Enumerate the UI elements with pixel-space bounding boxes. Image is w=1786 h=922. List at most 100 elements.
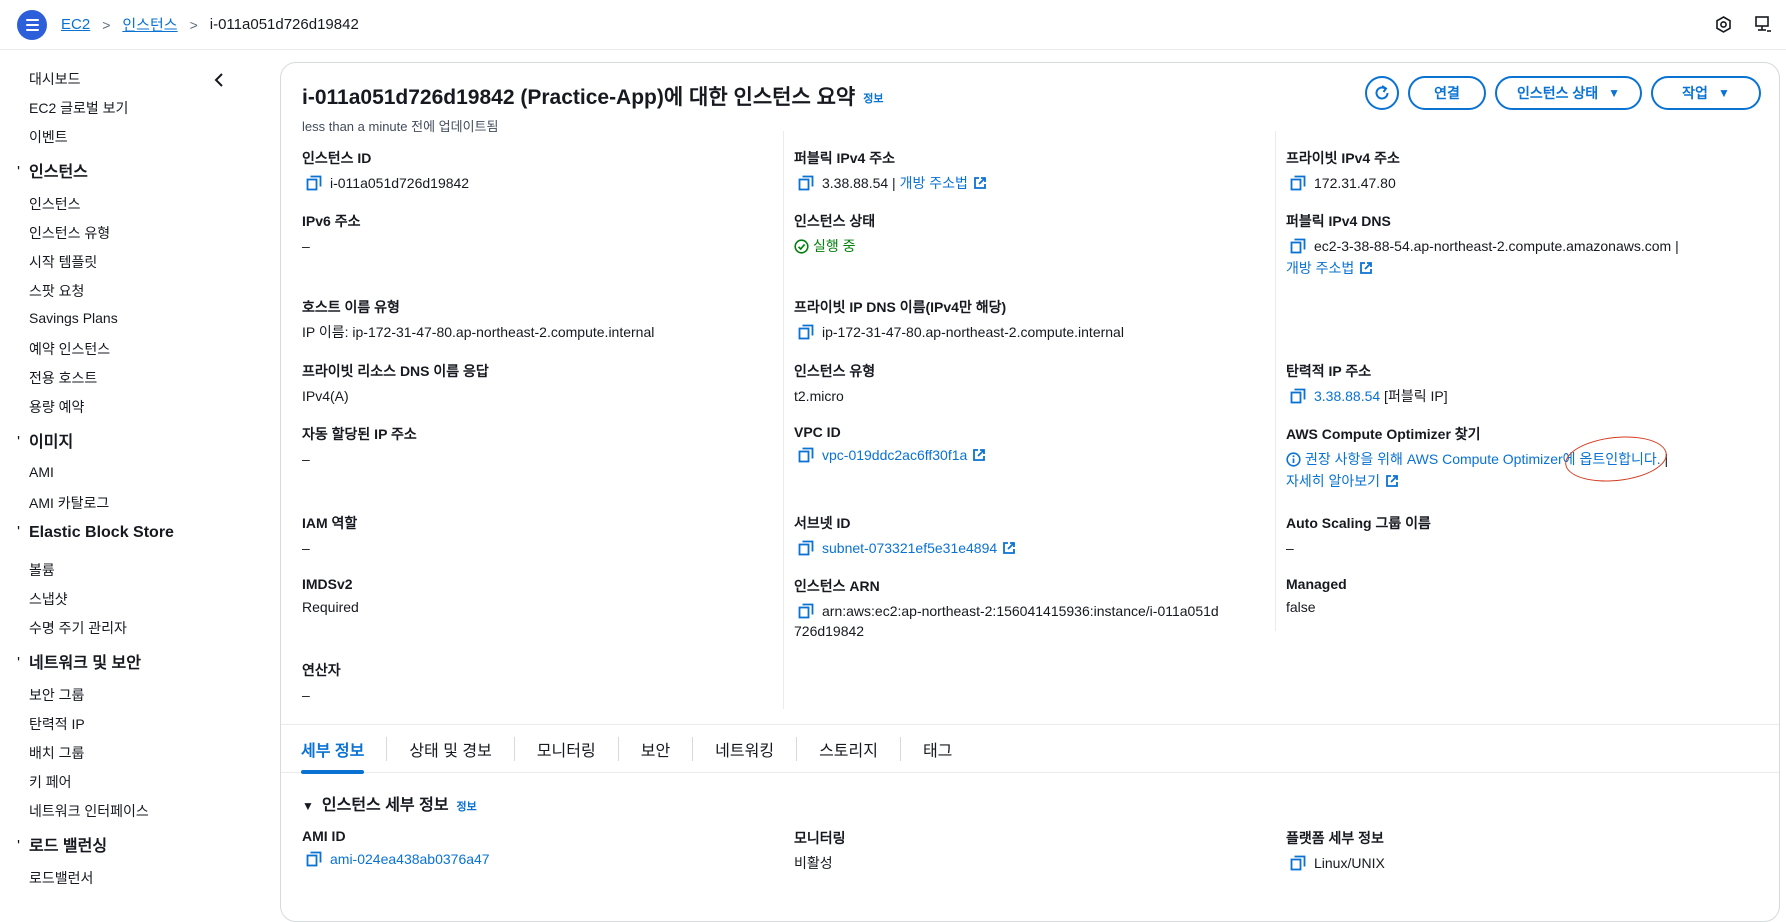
sidebar-item-ami[interactable]: AMI — [29, 464, 54, 480]
copy-icon[interactable] — [306, 175, 322, 191]
instance-summary-panel: i-011a051d726d19842 (Practice-App)에 대한 인… — [280, 62, 1780, 922]
sidebar-item-key-pairs[interactable]: 키 페어 — [29, 772, 72, 792]
managed-value: false — [1286, 599, 1316, 615]
sidebar-item-events[interactable]: 이벤트 — [29, 127, 68, 147]
hostname-type-value: IP 이름: ip-172-31-47-80.ap-northeast-2.co… — [302, 324, 655, 340]
copy-icon[interactable] — [1290, 388, 1306, 404]
copy-icon[interactable] — [798, 540, 814, 556]
sidebar-item-security-groups[interactable]: 보안 그룹 — [29, 685, 84, 705]
sidebar-item-global-view[interactable]: EC2 글로벌 보기 — [29, 98, 128, 118]
platform-value: Linux/UNIX — [1314, 855, 1385, 871]
sidebar-group-images[interactable]: ' 이미지 — [17, 428, 73, 452]
external-link-icon[interactable] — [972, 448, 986, 462]
asg-name-value: – — [1286, 540, 1294, 556]
sidebar-item-volumes[interactable]: 볼륨 — [29, 560, 55, 580]
sidebar-group-load-balancing[interactable]: ' 로드 밸런싱 — [17, 832, 107, 856]
field-instance-type: 인스턴스 유형 t2.micro — [794, 363, 876, 404]
device-settings-icon[interactable] — [1754, 15, 1772, 33]
tab-networking[interactable]: 네트워킹 — [693, 724, 796, 773]
expand-tick-icon: ' — [17, 164, 21, 181]
instance-id-value: i-011a051d726d19842 — [330, 175, 470, 191]
sidebar-item-ami-catalog[interactable]: AMI 카탈로그 — [29, 493, 109, 513]
tab-details[interactable]: 세부 정보 — [301, 724, 386, 774]
sidebar-group-instances[interactable]: ' 인스턴스 — [17, 158, 88, 182]
caret-down-icon: ▼ — [302, 799, 314, 813]
copy-icon[interactable] — [798, 447, 814, 463]
sidebar-item-lifecycle-manager[interactable]: 수명 주기 관리자 — [29, 618, 127, 638]
external-link-icon[interactable] — [1002, 541, 1016, 555]
copy-icon[interactable] — [1290, 175, 1306, 191]
instance-state-dropdown[interactable]: 인스턴스 상태 ▼ — [1495, 76, 1642, 110]
tab-storage[interactable]: 스토리지 — [797, 724, 900, 773]
sidebar-group-network-security[interactable]: ' 네트워크 및 보안 — [17, 649, 141, 673]
subnet-id-link[interactable]: subnet-073321ef5e31e4894 — [822, 540, 997, 556]
copy-icon[interactable] — [1290, 238, 1306, 254]
expand-tick-icon: ' — [17, 838, 21, 855]
field-hostname-type: 호스트 이름 유형 IP 이름: ip-172-31-47-80.ap-nort… — [302, 299, 655, 340]
copy-icon[interactable] — [798, 603, 814, 619]
instance-details-section-toggle[interactable]: ▼ 인스턴스 세부 정보 정보 — [302, 791, 477, 815]
copy-icon[interactable] — [306, 851, 322, 867]
breadcrumb-instances-link[interactable]: 인스턴스 — [122, 14, 177, 35]
external-link-icon[interactable] — [973, 176, 987, 190]
learn-more-link[interactable]: 자세히 알아보기 — [1286, 473, 1380, 489]
sidebar-item-savings-plans[interactable]: Savings Plans — [29, 310, 118, 326]
sidebar-item-dedicated-hosts[interactable]: 전용 호스트 — [29, 368, 97, 388]
refresh-button[interactable] — [1365, 76, 1399, 110]
tab-status-alarms[interactable]: 상태 및 경보 — [387, 724, 514, 773]
sidebar-item-snapshots[interactable]: 스냅샷 — [29, 589, 68, 609]
sidebar-item-network-interfaces[interactable]: 네트워크 인터페이스 — [29, 801, 149, 821]
open-address-link[interactable]: 개방 주소법 — [900, 175, 968, 191]
open-address-link[interactable]: 개방 주소법 — [1286, 260, 1354, 276]
ipv6-value: – — [302, 238, 310, 254]
copy-icon[interactable] — [798, 324, 814, 340]
field-instance-id: 인스턴스 ID i-011a051d726d19842 — [302, 150, 470, 191]
column-divider — [1275, 131, 1276, 631]
expand-tick-icon: ' — [17, 655, 21, 672]
field-asg-name: Auto Scaling 그룹 이름 – — [1286, 515, 1431, 556]
sidebar-item-capacity-reservations[interactable]: 용량 예약 — [29, 397, 84, 417]
info-link[interactable]: 정보 — [863, 93, 883, 105]
instance-arn-value: arn:aws:ec2:ap-northeast-2:156041415936:… — [822, 603, 1219, 619]
sidebar-item-reserved-instances[interactable]: 예약 인스턴스 — [29, 339, 110, 359]
hamburger-menu-icon[interactable] — [17, 9, 47, 40]
sidebar-group-ebs[interactable]: ' Elastic Block Store — [17, 524, 174, 542]
expand-tick-icon: ' — [17, 434, 21, 451]
tab-monitoring[interactable]: 모니터링 — [515, 724, 618, 773]
field-managed: Managed false — [1286, 576, 1347, 615]
sidebar-item-dashboard[interactable]: 대시보드 — [29, 69, 81, 89]
elastic-ip-link[interactable]: 3.38.88.54 — [1314, 388, 1380, 404]
sidebar-item-launch-templates[interactable]: 시작 템플릿 — [29, 252, 97, 272]
notifications-hex-icon[interactable] — [1715, 15, 1732, 33]
copy-icon[interactable] — [1290, 855, 1306, 871]
breadcrumb-ec2-link[interactable]: EC2 — [61, 16, 90, 33]
sidebar-item-instance-types[interactable]: 인스턴스 유형 — [29, 223, 110, 243]
external-link-icon[interactable] — [1385, 474, 1399, 488]
field-instance-arn: 인스턴스 ARN arn:aws:ec2:ap-northeast-2:1560… — [794, 578, 1219, 639]
auto-ip-value: – — [302, 451, 310, 467]
actions-dropdown[interactable]: 작업 ▼ — [1651, 76, 1761, 110]
connect-button[interactable]: 연결 — [1408, 76, 1486, 110]
sidebar-item-load-balancers[interactable]: 로드밸런서 — [29, 868, 93, 888]
sidebar-item-spot-requests[interactable]: 스팟 요청 — [29, 281, 84, 301]
external-link-icon[interactable] — [1359, 261, 1373, 275]
ami-id-link[interactable]: ami-024ea438ab0376a47 — [330, 851, 490, 867]
last-updated-text: less than a minute 전에 업데이트됨 — [302, 119, 499, 134]
breadcrumb-current: i-011a051d726d19842 — [209, 16, 359, 33]
field-platform: 플랫폼 세부 정보 Linux/UNIX — [1286, 830, 1385, 871]
optimizer-opt-in-link[interactable]: 권장 사항을 위해 AWS Compute Optimizer에 옵트인합니다. — [1305, 451, 1661, 467]
sidebar-item-elastic-ips[interactable]: 탄력적 IP — [29, 714, 85, 734]
field-ami-id: AMI ID ami-024ea438ab0376a47 — [302, 828, 490, 867]
tab-tags[interactable]: 태그 — [901, 724, 974, 773]
collapse-sidebar-icon[interactable] — [212, 72, 226, 92]
sidebar-item-placement-groups[interactable]: 배치 그룹 — [29, 743, 84, 763]
private-ipv4-value: 172.31.47.80 — [1314, 175, 1396, 191]
copy-icon[interactable] — [798, 175, 814, 191]
vpc-id-link[interactable]: vpc-019ddc2ac6ff30f1a — [822, 447, 967, 463]
sidebar-item-instances[interactable]: 인스턴스 — [29, 194, 81, 214]
tab-security[interactable]: 보안 — [619, 724, 692, 773]
field-iam-role: IAM 역할 – — [302, 515, 358, 556]
field-compute-optimizer: AWS Compute Optimizer 찾기 권장 사항을 위해 AWS C… — [1286, 426, 1669, 489]
sidebar: 대시보드 EC2 글로벌 보기 이벤트 ' 인스턴스 인스턴스 인스턴스 유형 시… — [0, 50, 260, 914]
details-info-link[interactable]: 정보 — [457, 801, 477, 813]
